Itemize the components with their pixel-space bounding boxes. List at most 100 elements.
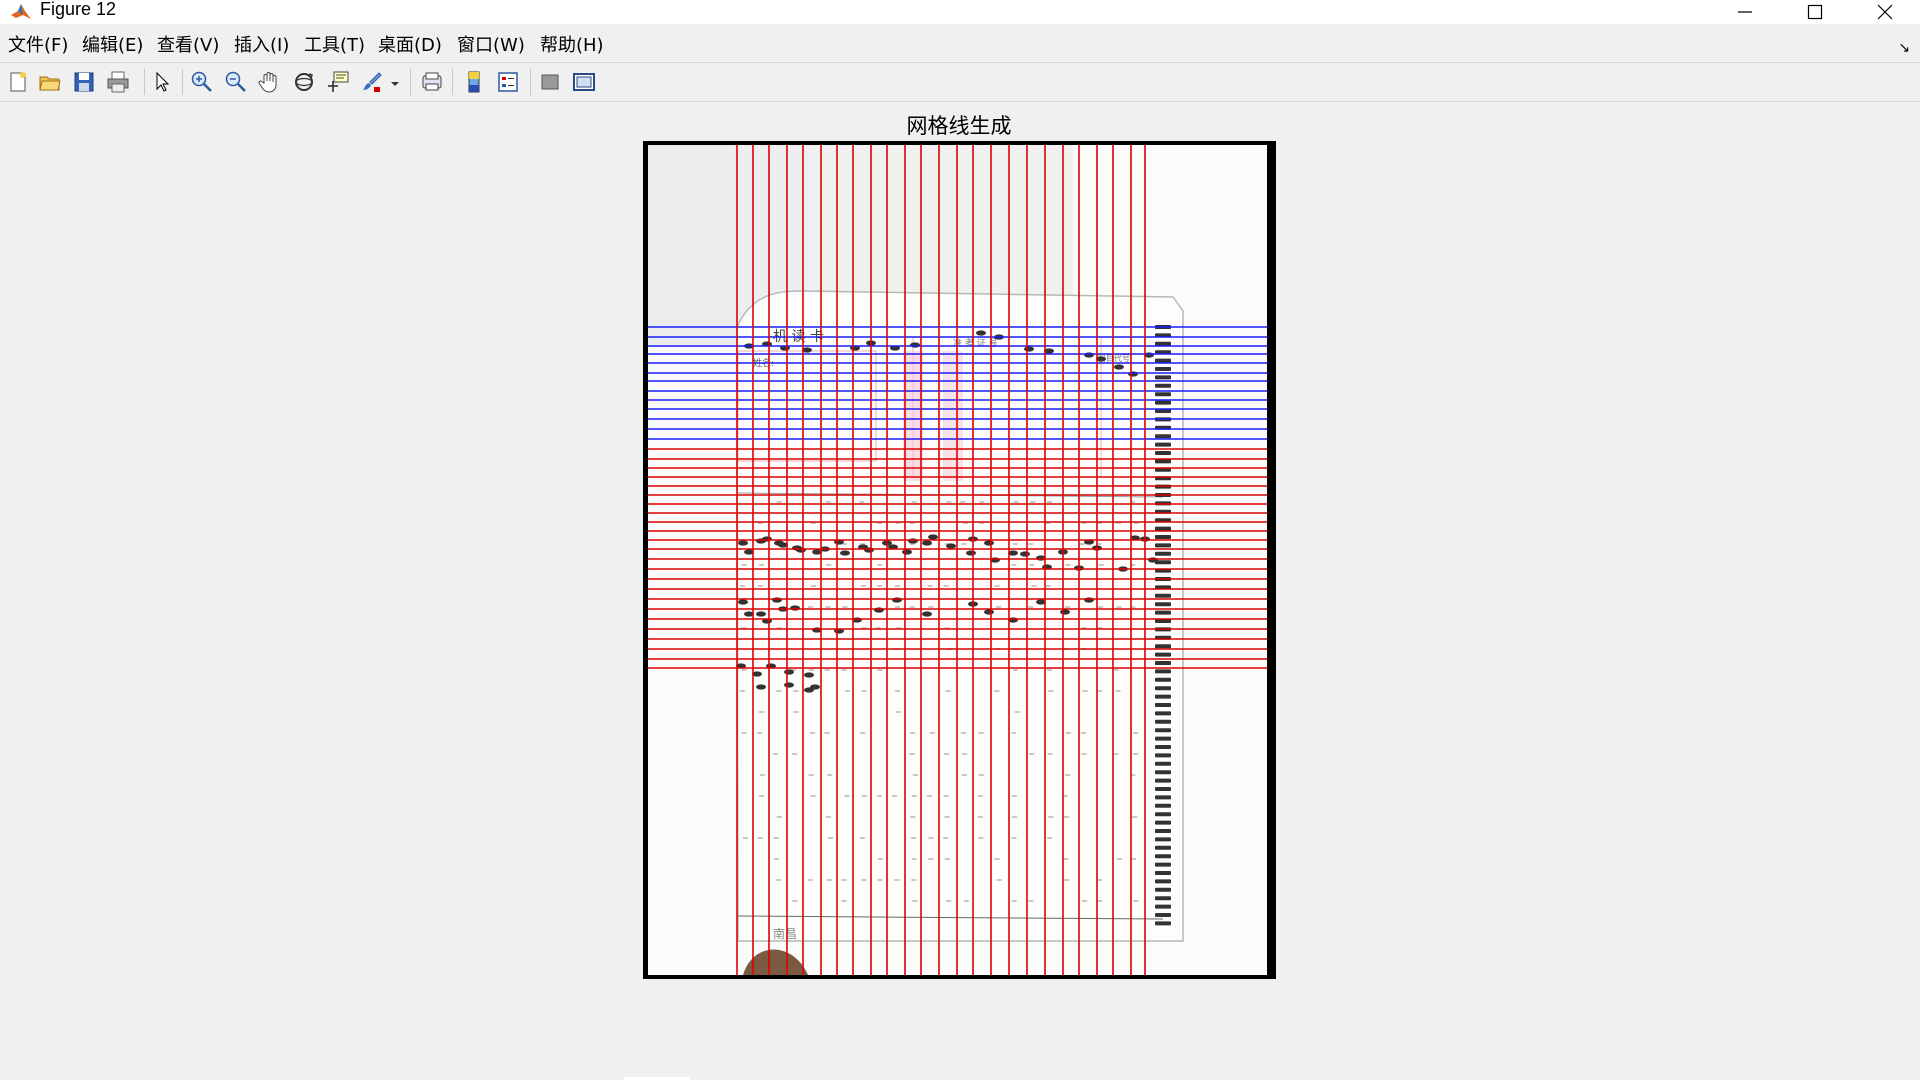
timing-mark <box>1155 905 1171 909</box>
printed-option <box>995 858 1000 860</box>
timing-mark <box>1155 535 1171 539</box>
menu-edit[interactable]: 编辑(E) <box>82 33 143 59</box>
hide-plot-tools-button[interactable] <box>536 68 564 96</box>
printed-option <box>1114 669 1119 671</box>
timing-mark <box>1155 384 1171 388</box>
data-cursor-button[interactable] <box>324 68 352 96</box>
window-title: Figure 12 <box>40 0 116 20</box>
zoom-in-button[interactable] <box>188 68 216 96</box>
print-button[interactable] <box>104 68 132 96</box>
printed-option <box>825 669 830 671</box>
answer-mark <box>738 540 748 545</box>
printed-option <box>793 711 798 713</box>
printed-option <box>1028 606 1033 608</box>
answer-mark <box>910 342 920 347</box>
timing-mark <box>1155 669 1171 673</box>
printed-option <box>1116 606 1121 608</box>
rotate-3d-button[interactable] <box>290 68 318 96</box>
printed-option <box>946 900 951 902</box>
brush-icon <box>360 70 384 94</box>
new-figure-button[interactable] <box>4 68 32 96</box>
printed-option <box>944 753 949 755</box>
printed-option <box>860 837 865 839</box>
printed-option <box>978 837 983 839</box>
printed-option <box>808 606 813 608</box>
printed-option <box>895 585 900 587</box>
printed-option <box>1047 837 1052 839</box>
chevron-down-icon <box>390 70 400 94</box>
image-axes[interactable]: 机 读 卡 姓名: 准 考 证 号 科目代号 南昌 <box>643 141 1276 979</box>
menu-file[interactable]: 文件(F) <box>8 33 68 59</box>
maximize-button[interactable] <box>1780 0 1850 24</box>
printed-option <box>943 837 948 839</box>
printed-option <box>964 900 969 902</box>
timing-mark <box>1155 871 1171 875</box>
printed-option <box>1028 543 1033 545</box>
printed-option <box>1045 585 1050 587</box>
show-plot-tools-icon <box>572 70 596 94</box>
new-figure-icon <box>6 70 30 94</box>
menu-tools[interactable]: 工具(T) <box>304 33 365 59</box>
answer-mark <box>1084 597 1094 602</box>
printed-option <box>758 837 763 839</box>
printed-option <box>1047 669 1052 671</box>
save-icon <box>72 70 96 94</box>
menu-view[interactable]: 查看(V) <box>157 33 219 59</box>
open-file-icon <box>38 70 62 94</box>
printed-option <box>810 732 815 734</box>
answer-mark <box>1084 352 1094 357</box>
printed-option <box>760 774 765 776</box>
printed-option <box>774 837 779 839</box>
show-plot-tools-button[interactable] <box>570 68 598 96</box>
printed-option <box>825 732 830 734</box>
printed-option <box>1133 753 1138 755</box>
printed-option <box>1015 711 1020 713</box>
timing-mark <box>1155 846 1171 850</box>
timing-mark <box>1155 795 1171 799</box>
printed-option <box>757 732 762 734</box>
link-plot-button[interactable] <box>418 68 446 96</box>
timing-mark <box>1155 367 1171 371</box>
pan-button[interactable] <box>256 68 284 96</box>
menu-window[interactable]: 窗口(W) <box>457 33 525 59</box>
pointer-button[interactable] <box>148 68 176 96</box>
open-file-button[interactable] <box>36 68 64 96</box>
answer-mark <box>874 607 884 612</box>
printed-option <box>1114 753 1119 755</box>
printed-option <box>1014 501 1019 503</box>
printed-option <box>1029 564 1034 566</box>
brush-dropdown[interactable] <box>388 68 402 96</box>
answer-sheet-image: 机 读 卡 姓名: 准 考 证 号 科目代号 南昌 <box>643 141 1276 979</box>
close-button[interactable] <box>1850 0 1920 24</box>
printed-option <box>809 669 814 671</box>
printed-option <box>826 501 831 503</box>
figure-toolbar <box>0 64 1920 100</box>
colorbar-button[interactable] <box>460 68 488 96</box>
minimize-button[interactable] <box>1710 0 1780 24</box>
printed-option <box>1099 564 1104 566</box>
zoom-out-button[interactable] <box>222 68 250 96</box>
menu-help[interactable]: 帮助(H) <box>540 33 604 59</box>
minimize-icon <box>1737 4 1753 20</box>
printed-option <box>996 606 1001 608</box>
printed-option <box>1066 732 1071 734</box>
menu-desktop[interactable]: 桌面(D) <box>378 33 442 59</box>
brush-button[interactable] <box>358 68 386 96</box>
dock-arrow-icon[interactable]: ↘ <box>1898 40 1910 56</box>
timing-mark <box>1155 921 1171 925</box>
answer-mark <box>892 597 902 602</box>
printed-option <box>946 690 951 692</box>
printed-option <box>792 900 797 902</box>
printed-option <box>878 858 883 860</box>
printed-option <box>1081 732 1086 734</box>
menu-insert[interactable]: 插入(I) <box>234 33 289 59</box>
timing-mark <box>1155 552 1171 556</box>
printed-option <box>759 564 764 566</box>
legend-button[interactable] <box>494 68 522 96</box>
timing-mark <box>1155 753 1171 757</box>
answer-mark <box>772 597 782 602</box>
save-button[interactable] <box>70 68 98 96</box>
printed-option <box>1098 606 1103 608</box>
printed-option <box>910 732 915 734</box>
printed-option <box>930 732 935 734</box>
